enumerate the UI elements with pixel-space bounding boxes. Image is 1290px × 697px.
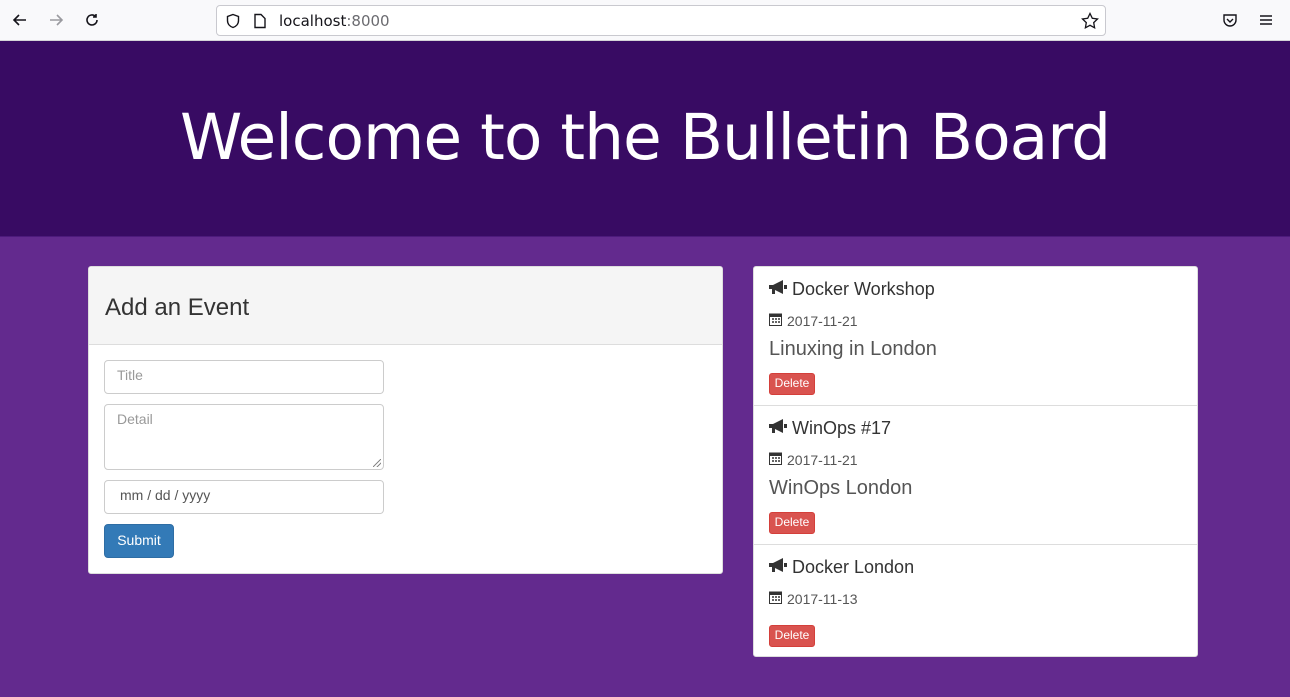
calendar-icon	[769, 451, 782, 468]
calendar-icon	[769, 590, 782, 607]
back-icon[interactable]	[8, 8, 32, 32]
detail-textarea[interactable]: Detail	[104, 404, 384, 470]
page-icon	[253, 13, 267, 34]
megaphone-icon	[768, 418, 788, 439]
delete-button[interactable]: Delete	[769, 373, 815, 395]
title-input[interactable]: Title	[104, 360, 384, 394]
event-detail: Linuxing in London	[769, 338, 937, 360]
event-date-text: 2017-11-21	[787, 451, 858, 468]
url-host: localhost	[279, 12, 347, 30]
event-title-text: Docker London	[792, 557, 915, 577]
page-title: Welcome to the Bulletin Board	[179, 101, 1111, 174]
submit-button[interactable]: Submit	[104, 524, 174, 558]
panel-title: Add an Event	[105, 294, 250, 321]
event-title-text: WinOps #17	[792, 418, 892, 438]
event-detail: WinOps London	[769, 477, 913, 499]
megaphone-icon	[768, 279, 788, 300]
list-item: Docker Workshop 2017-11-21 Linuxing in L…	[754, 267, 1197, 406]
events-list-panel: Docker Workshop 2017-11-21 Linuxing in L…	[753, 266, 1198, 657]
url-port: :8000	[346, 12, 390, 30]
bookmark-star-icon[interactable]	[1081, 11, 1099, 35]
browser-toolbar: localhost:8000	[0, 0, 1290, 41]
list-item: Docker London 2017-11-13 Delete	[754, 545, 1197, 656]
panel-heading: Add an Event	[89, 267, 722, 345]
event-date-text: 2017-11-13	[787, 590, 858, 607]
reload-icon[interactable]	[80, 8, 104, 32]
event-date: 2017-11-21	[769, 451, 858, 468]
event-date: 2017-11-21	[769, 312, 858, 329]
event-date-text: 2017-11-21	[787, 312, 858, 329]
resize-handle-icon[interactable]	[373, 459, 381, 467]
event-title: WinOps #17	[768, 418, 891, 439]
event-date: 2017-11-13	[769, 590, 858, 607]
detail-placeholder: Detail	[117, 411, 153, 427]
date-input[interactable]: mm / dd / yyyy	[104, 480, 384, 514]
event-title-text: Docker Workshop	[792, 279, 935, 299]
megaphone-icon	[768, 557, 788, 578]
calendar-icon	[769, 312, 782, 329]
event-title: Docker Workshop	[768, 279, 935, 300]
address-bar[interactable]: localhost:8000	[216, 5, 1106, 36]
pocket-icon[interactable]	[1218, 8, 1242, 32]
shield-icon[interactable]	[225, 13, 241, 34]
url-text[interactable]: localhost:8000	[279, 12, 390, 30]
add-event-panel: Add an Event Title Detail mm / dd / yyyy…	[88, 266, 723, 574]
delete-button[interactable]: Delete	[769, 625, 815, 647]
list-item: WinOps #17 2017-11-21 WinOps London Dele…	[754, 406, 1197, 545]
menu-icon[interactable]	[1254, 8, 1278, 32]
page-header: Welcome to the Bulletin Board	[0, 41, 1290, 237]
delete-button[interactable]: Delete	[769, 512, 815, 534]
event-title: Docker London	[768, 557, 914, 578]
forward-icon[interactable]	[44, 8, 68, 32]
